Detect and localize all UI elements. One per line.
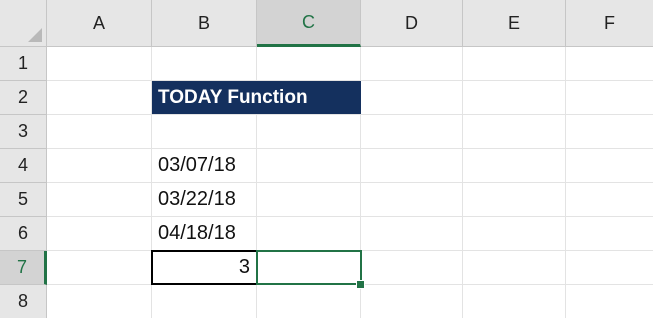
column-header-a[interactable]: A — [47, 0, 152, 47]
row-header-5[interactable]: 5 — [0, 183, 47, 217]
row-header-8[interactable]: 8 — [0, 285, 47, 318]
row-header-6[interactable]: 6 — [0, 217, 47, 251]
row-header-2[interactable]: 2 — [0, 81, 47, 115]
active-cell-c7[interactable] — [256, 250, 362, 285]
gridline — [565, 47, 566, 318]
spreadsheet-grid: A B C D E F 1 2 3 4 5 6 7 8 TODAY Functi… — [0, 0, 653, 318]
cell-b7[interactable]: 3 — [151, 250, 258, 285]
column-header-e[interactable]: E — [463, 0, 566, 47]
gridline — [47, 182, 653, 183]
select-all-triangle-icon — [28, 28, 42, 42]
gridline — [462, 47, 463, 318]
column-header-b[interactable]: B — [152, 0, 257, 47]
cell-b2[interactable]: TODAY Function — [152, 81, 361, 114]
column-header-f[interactable]: F — [566, 0, 653, 47]
row-header-1[interactable]: 1 — [0, 47, 47, 81]
cell-b5[interactable]: 03/22/18 — [152, 183, 257, 216]
cell-b4[interactable]: 03/07/18 — [152, 149, 257, 182]
column-header-d[interactable]: D — [361, 0, 463, 47]
gridline — [47, 148, 653, 149]
gridline — [47, 216, 653, 217]
row-header-7[interactable]: 7 — [0, 251, 47, 285]
column-header-c[interactable]: C — [257, 0, 361, 47]
cell-b6[interactable]: 04/18/18 — [152, 217, 257, 250]
row-header-4[interactable]: 4 — [0, 149, 47, 183]
row-header-3[interactable]: 3 — [0, 115, 47, 149]
fill-handle[interactable] — [356, 280, 365, 289]
gridline — [47, 114, 653, 115]
select-all-corner[interactable] — [0, 0, 47, 47]
